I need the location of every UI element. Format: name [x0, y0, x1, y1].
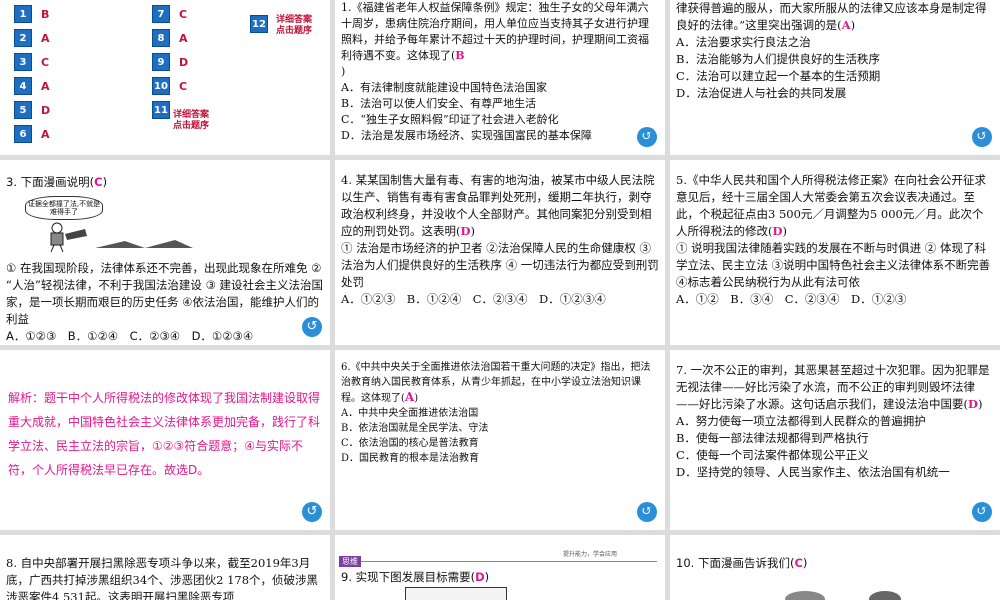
answer-key-number-6[interactable]: 6 [14, 125, 32, 143]
q1-close: ) [341, 65, 346, 78]
q1-option-d: D．法治是发展市场经济、实现强国富民的基本保障 [341, 129, 592, 142]
q8-stem: 8. 自中央部署开展扫黑除恶专项斗争以来，截至2019年3月底，广西共打掉涉黑组… [6, 556, 319, 600]
q6-stem: 6.《中共中央关于全面推进依法治国若干重大问题的决定》指出，把法治教育纳入国民教… [341, 362, 651, 404]
q1-stem: 1.《福建省老年人权益保障条例》规定：独生子女的父母年满六十周岁，患病住院治疗期… [341, 1, 649, 62]
q7-answer: D [967, 397, 978, 411]
question-8-panel: 8. 自中央部署开展扫黑除恶专项斗争以来，截至2019年3月底，广西共打掉涉黑组… [0, 535, 330, 600]
answer-key-letter-9: D [179, 56, 189, 69]
question-10-panel: 10. 下面漫画告诉我们(C) [670, 535, 1000, 600]
q4-options: A．①②③ B．①②④ C．②③④ D．①②③④ [341, 292, 606, 306]
answer-key-number-3[interactable]: 3 [14, 53, 32, 71]
q6-answer: A [404, 390, 415, 404]
q5-answer: D [772, 224, 783, 238]
q4-close: ) [470, 224, 475, 238]
q1-answer: B [455, 49, 465, 62]
answer-key-letter-5: D [41, 104, 51, 117]
answer-key-letter-8: A [179, 32, 188, 45]
question-9-panel: 思维 提升能力，学会应用 9. 实现下图发展目标需要(D) [335, 535, 665, 600]
answer-key-letter-2: A [41, 32, 50, 45]
answer-key-letter-3: C [41, 56, 50, 69]
answer-key-letter-6: A [41, 128, 50, 141]
answer-key-number-11[interactable]: 11 [152, 101, 170, 119]
q10-close: ) [802, 556, 808, 570]
detail-answer-link-1[interactable]: 详细答案 点击题序 [173, 110, 209, 132]
q9-header-tag: 提升能力，学会应用 [562, 551, 617, 558]
q4-stem: 4. 某某国制售大量有毒、有害的地沟油，被某市中级人民法院以生产、销售有毒有害食… [341, 173, 655, 238]
q2-option-a: A．法治要求实行良法之治 [676, 35, 811, 49]
answer-key-number-1[interactable]: 1 [14, 5, 32, 23]
q4-body: ① 法治是市场经济的护卫者 ②法治保障人民的生命健康权 ③法治为人们提供良好的生… [341, 241, 659, 289]
q10-stem: 10. 下面漫画告诉我们( [676, 556, 795, 570]
answer-key-number-7[interactable]: 7 [152, 5, 170, 23]
q3-body: ① 在我国现阶段，法律体系还不完善，出现此现象在所难免 ② “人治”轻视法律，不… [6, 261, 324, 326]
answer-key-number-9[interactable]: 9 [152, 53, 170, 71]
answer-key-letter-4: A [41, 80, 50, 93]
analysis-panel: 解析：题干中个人所得税法的修改体现了我国法制建设取得重大成就，中国特色社会主义法… [0, 350, 330, 530]
answer-key-number-12[interactable]: 12 [250, 15, 268, 33]
q5-stem: 5.《中华人民共和国个人所得税法修正案》在向社会公开征求意见后，经十三届全国人大… [676, 173, 986, 238]
q6-option-c: C．依法治国的核心是普法教育 [341, 438, 479, 449]
q3-answer: C [94, 175, 103, 189]
q9-header-bar: 思维 提升能力，学会应用 [339, 549, 657, 567]
q1-option-a: A．有法律制度就能建设中国特色法治国家 [341, 81, 547, 94]
question-6-panel: 6.《中共中央关于全面推进依法治国若干重大问题的决定》指出，把法治教育纳入国民教… [335, 350, 665, 530]
q2-option-b: B．法治能够为人们提供良好的生活秩序 [676, 52, 880, 66]
q10-cartoon-icon [785, 591, 901, 600]
back-icon[interactable]: ↺ [972, 502, 992, 522]
q1-option-c: C．“独生子女照料假”印证了社会进入老龄化 [341, 113, 559, 126]
question-5-panel: 5.《中华人民共和国个人所得税法修正案》在向社会公开征求意见后，经十三届全国人大… [670, 160, 1000, 345]
question-7-panel: 7. 一次不公正的审判，其恶果甚至超过十次犯罪。因为犯罪是无视法律——好比污染了… [670, 350, 1000, 530]
q10-answer: C [794, 556, 803, 570]
q6-close: ) [414, 393, 419, 404]
q9-close: ) [484, 570, 490, 584]
q7-option-a: A．努力使每一项立法都得到人民群众的普遍拥护 [676, 414, 926, 428]
answer-key-number-5[interactable]: 5 [14, 101, 32, 119]
q3-cartoon: 证据全都撞了法,不就是难得手了 [25, 196, 195, 252]
q7-option-c: C．使每一个司法案件都体现公平正义 [676, 448, 869, 462]
question-2-panel: 律获得普遍的服从，而大家所服从的法律又应该本身是制定得良好的法律。”这里突出强调… [670, 0, 1000, 155]
back-icon[interactable]: ↺ [302, 317, 322, 337]
question-1-panel: 1.《福建省老年人权益保障条例》规定：独生子女的父母年满六十周岁，患病住院治疗期… [335, 0, 665, 155]
q3-stem: 3. 下面漫画说明( [6, 175, 95, 189]
q5-close: ) [782, 224, 787, 238]
q2-option-c: C．法治可以建立起一个基本的生活预期 [676, 69, 881, 83]
answer-key-number-2[interactable]: 2 [14, 29, 32, 47]
q7-option-d: D．坚持党的领导、人民当家作主、依法治国有机统一 [676, 465, 950, 479]
analysis-text: 解析：题干中个人所得税法的修改体现了我国法制建设取得重大成就，中国特色社会主义法… [8, 391, 321, 477]
back-icon[interactable]: ↺ [972, 127, 992, 147]
q7-stem: 7. 一次不公正的审判，其恶果甚至超过十次犯罪。因为犯罪是无视法律——好比污染了… [676, 363, 990, 411]
question-4-panel: 4. 某某国制售大量有毒、有害的地沟油，被某市中级人民法院以生产、销售有毒有害食… [335, 160, 665, 345]
answer-key-number-4[interactable]: 4 [14, 77, 32, 95]
answer-key-letter-7: C [179, 8, 188, 21]
answer-key-number-10[interactable]: 10 [152, 77, 170, 95]
answer-key-panel: 1 B 2 A 3 C 4 A 5 D 6 A 7 C 8 A 9 D 10 C 11 12 详细答案 点击题序 详细答案 点… [0, 0, 330, 155]
q3-cartoon-figure-icon [50, 222, 193, 252]
q2-answer: A [841, 18, 851, 32]
back-icon[interactable]: ↺ [637, 502, 657, 522]
q3-close: ) [102, 175, 108, 189]
answer-key-letter-10: C [179, 80, 188, 93]
q3-options: A．①②③ B．①②④ C．②③④ D．①②③④ [6, 329, 254, 343]
q2-stem: 律获得普遍的服从，而大家所服从的法律又应该本身是制定得良好的法律。”这里突出强调… [676, 1, 987, 32]
q9-cartoon [405, 587, 507, 600]
answer-key-letter-1: B [41, 8, 50, 21]
back-icon[interactable]: ↺ [302, 502, 322, 522]
q9-stem: 9. 实现下图发展目标需要( [341, 570, 476, 584]
back-icon[interactable]: ↺ [637, 127, 657, 147]
q5-options: A．①② B．③④ C．②③④ D．①②③ [676, 292, 907, 306]
q4-answer: D [460, 224, 471, 238]
q7-option-b: B．使每一部法律法规都得到严格执行 [676, 431, 869, 445]
q5-body: ① 说明我国法律随着实践的发展在不断与时俱进 ② 体现了科学立法、民主立法 ③说… [676, 241, 991, 289]
detail-answer-link-2[interactable]: 详细答案 点击题序 [276, 15, 312, 37]
q6-option-a: A．中共中央全面推进依法治国 [341, 408, 479, 419]
q2-close: ) [850, 18, 856, 32]
q6-option-d: D．国民教育的根本是法治教育 [341, 453, 480, 464]
q1-option-b: B．法治可以使人们安全、有尊严地生活 [341, 97, 537, 110]
q6-option-b: B．依法治国就是全民学法、守法 [341, 423, 489, 434]
q7-close: ) [977, 397, 983, 411]
q9-answer: D [475, 570, 485, 584]
question-3-panel: 3. 下面漫画说明(C) 证据全都撞了法,不就是难得手了 ① 在我国现阶段，法律… [0, 160, 330, 345]
answer-key-number-8[interactable]: 8 [152, 29, 170, 47]
q2-option-d: D．法治促进人与社会的共同发展 [676, 86, 847, 100]
